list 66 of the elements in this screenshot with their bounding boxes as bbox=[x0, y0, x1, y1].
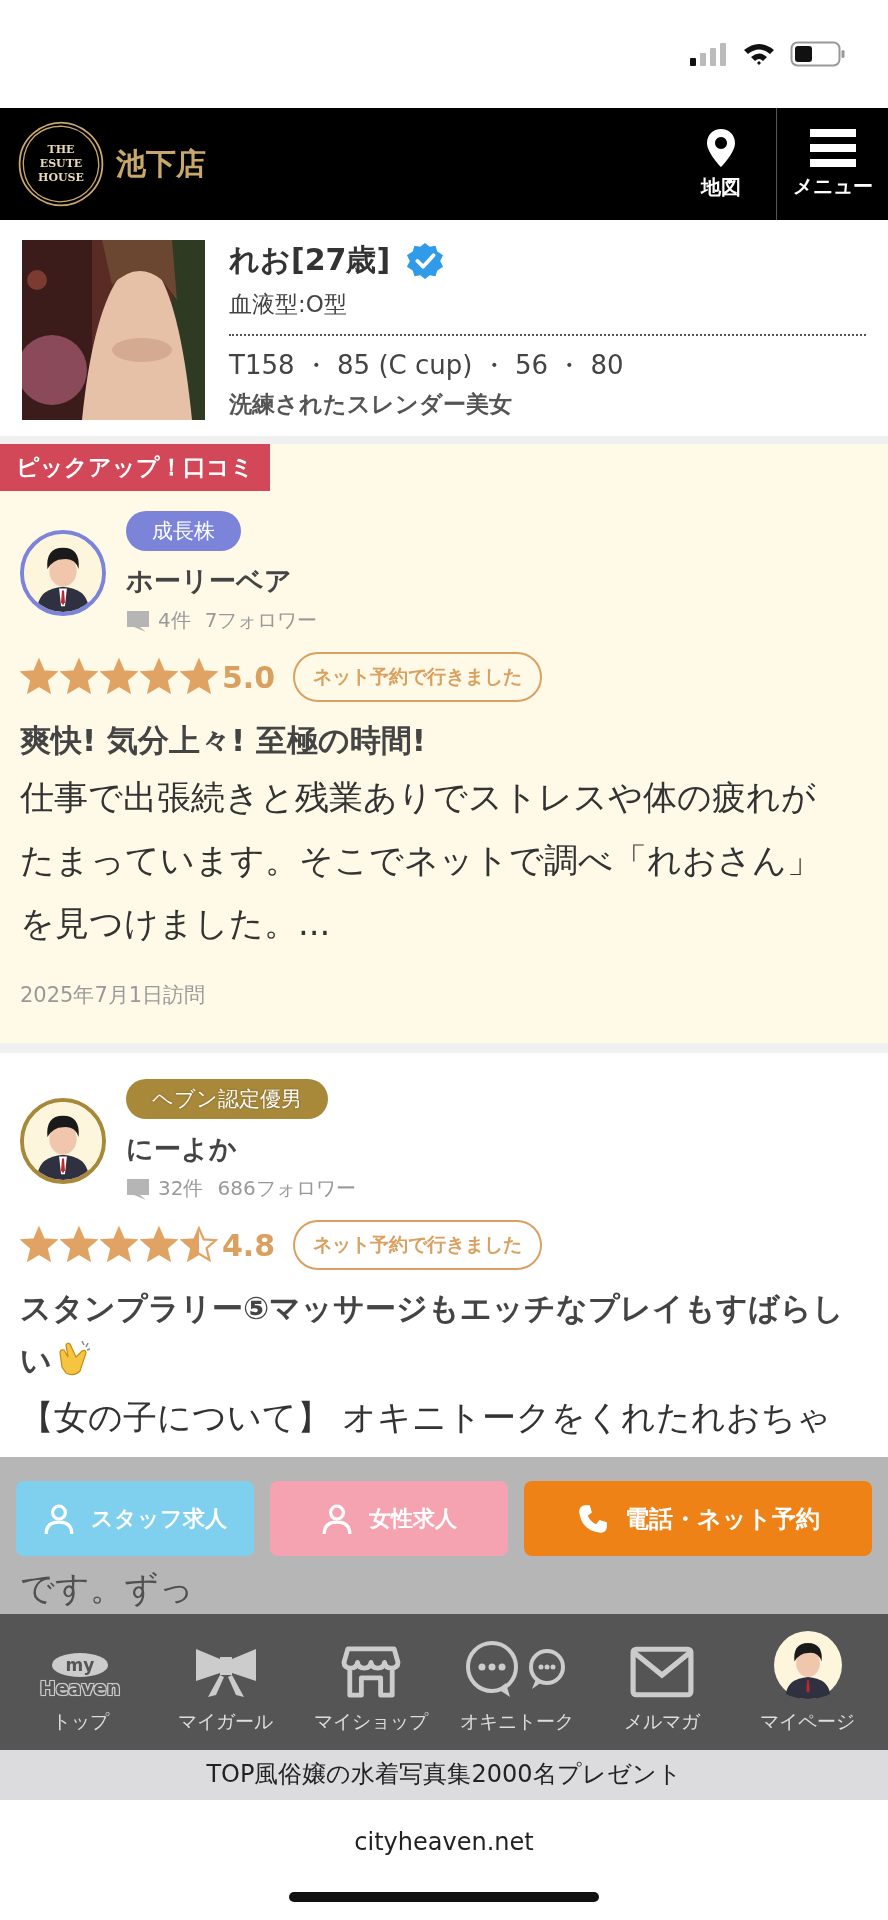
catch-copy: 洗練されたスレンダー美女 bbox=[229, 390, 513, 419]
follower-count: 686フォロワー bbox=[217, 1175, 356, 1202]
review-text: 仕事で出張続きと残業ありでストレスや体の疲れが bbox=[20, 776, 817, 819]
map-pin-icon bbox=[706, 127, 736, 168]
person-icon bbox=[43, 1502, 75, 1535]
wifi-icon bbox=[742, 42, 776, 66]
logo-text: HOUSE bbox=[38, 171, 84, 185]
star-icon bbox=[100, 658, 138, 696]
review-title: 爽快! 気分上々! 至極の時間! bbox=[20, 722, 426, 758]
header-button[interactable]: メニュー bbox=[776, 108, 888, 220]
shop-name[interactable]: 池下店 bbox=[116, 143, 206, 185]
review-title: スタンプラリー⑤マッサージもエッチなプレイもすばらしい bbox=[20, 1290, 845, 1378]
star-icon bbox=[140, 658, 178, 696]
body-measurements: T158 ・ 85 (C cup) ・ 56 ・ 80 bbox=[229, 349, 625, 382]
header-button[interactable]: 地図 bbox=[666, 108, 776, 220]
user-avatar[interactable] bbox=[20, 530, 106, 616]
pickup-label: ピックアップ！口コミ bbox=[0, 444, 270, 491]
nav-item[interactable]: マイショップ bbox=[301, 1630, 442, 1736]
follower-count: 7フォロワー bbox=[204, 607, 318, 634]
star-icon bbox=[100, 1226, 138, 1264]
battery-icon bbox=[790, 41, 846, 67]
star-icon bbox=[180, 1226, 218, 1264]
nav-item[interactable]: オキニトーク bbox=[446, 1630, 587, 1736]
comment-icon bbox=[126, 1176, 150, 1201]
review-text: を見つけました。... bbox=[20, 902, 332, 945]
rank-badge: 成長株 bbox=[126, 511, 241, 551]
user-avatar[interactable] bbox=[20, 1098, 106, 1184]
user-name[interactable]: にーよか bbox=[126, 1131, 237, 1167]
rating-score: 5.0 bbox=[222, 659, 276, 695]
star-icon bbox=[20, 658, 58, 696]
review-text: たまっています。そこでネットで調べ「れおさん」 bbox=[20, 839, 822, 882]
nav-item[interactable]: my Heaven トップ bbox=[10, 1630, 150, 1736]
logo-text: ESUTE bbox=[39, 157, 83, 171]
menu-icon bbox=[809, 128, 856, 167]
signal-icon bbox=[688, 42, 728, 66]
visit-tag: ネット予約で行きました bbox=[293, 1220, 543, 1270]
logo-text: THE bbox=[47, 143, 75, 157]
star-icon bbox=[60, 658, 98, 696]
user-name[interactable]: ホーリーベア bbox=[126, 563, 292, 599]
user-avatar bbox=[773, 1631, 842, 1699]
logo-text: Heaven bbox=[39, 1677, 121, 1699]
profile-name: れお[27歳] bbox=[229, 241, 391, 279]
visit-tag: ネット予約で行きました bbox=[293, 652, 543, 702]
nav-item[interactable]: マイガール bbox=[155, 1630, 296, 1736]
mail-icon bbox=[630, 1645, 695, 1699]
review-count: 32件 bbox=[158, 1175, 204, 1202]
logo-ring-icon bbox=[16, 119, 106, 209]
person-icon bbox=[321, 1502, 353, 1535]
rank-badge: ヘブン認定優男 bbox=[126, 1079, 328, 1119]
url-text[interactable]: cityheaven.net bbox=[354, 1828, 534, 1856]
star-icon bbox=[20, 1226, 58, 1264]
promo-banner[interactable]: TOP風俗嬢の水着写真集2000名プレゼント bbox=[0, 1750, 888, 1800]
phone-icon bbox=[576, 1502, 609, 1535]
blood-type: 血液型:O型 bbox=[229, 289, 866, 336]
nav-item[interactable]: マイページ bbox=[737, 1630, 878, 1736]
logo-text: my bbox=[51, 1653, 109, 1677]
star-icon bbox=[140, 1226, 178, 1264]
star-icon bbox=[60, 1226, 98, 1264]
review-count: 4件 bbox=[158, 607, 191, 634]
star-icon bbox=[180, 658, 218, 696]
visit-date: 2025年7月1日訪問 bbox=[20, 982, 207, 1009]
review-text: 【女の子について】 オキニトークをくれたれおちゃ bbox=[20, 1396, 832, 1439]
review-text: です。ずっ bbox=[20, 1567, 195, 1610]
nav-item[interactable]: メルマガ bbox=[592, 1630, 733, 1736]
rating-score: 4.8 bbox=[222, 1227, 276, 1263]
comment-icon bbox=[126, 608, 150, 633]
